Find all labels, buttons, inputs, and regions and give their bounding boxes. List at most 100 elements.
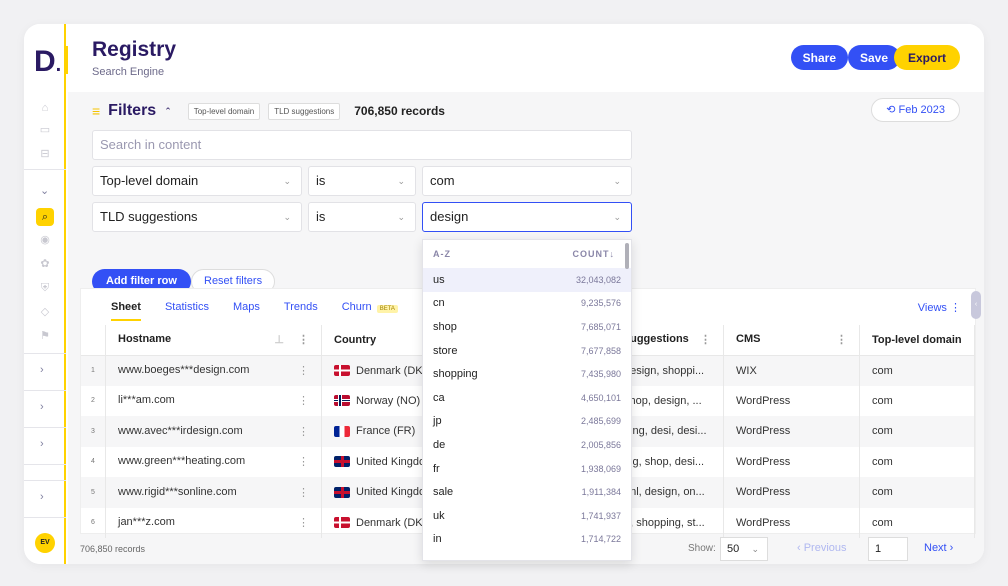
- dropdown-option[interactable]: in 1,714,722: [423, 528, 631, 552]
- dropdown-option[interactable]: fr 1,938,069: [423, 457, 631, 481]
- chevron-down-icon: ⌄: [397, 176, 405, 186]
- row-menu-icon[interactable]: ⋮: [298, 455, 309, 468]
- tab-trends[interactable]: Trends: [284, 301, 318, 321]
- beta-badge: BETA: [376, 305, 398, 313]
- logo[interactable]: D.: [34, 45, 61, 79]
- option-count: 1,741,937: [580, 510, 621, 521]
- chevron-down-icon: ⌄: [613, 212, 621, 222]
- tld-cell: com: [859, 477, 975, 508]
- date-label: Feb 2023: [898, 104, 945, 116]
- page-number-input[interactable]: 1: [868, 537, 908, 561]
- header-cms[interactable]: CMS ⋮: [723, 325, 860, 356]
- export-button[interactable]: Export: [893, 45, 960, 70]
- home-icon[interactable]: ⌂: [37, 100, 53, 116]
- option-count: 9,235,576: [580, 298, 621, 309]
- shield-icon[interactable]: ⛨: [37, 280, 53, 296]
- row-menu-icon[interactable]: ⋮: [298, 425, 309, 438]
- filters-toggle[interactable]: Filters: [108, 102, 156, 120]
- row-menu-icon[interactable]: ⋮: [298, 364, 309, 377]
- views-menu[interactable]: Views ⋮: [918, 301, 961, 314]
- filter-field-select[interactable]: TLD suggestions ⌄: [92, 202, 302, 232]
- dropdown-option[interactable]: de 2,005,856: [423, 433, 631, 457]
- dropdown-scrollbar[interactable]: [625, 243, 629, 269]
- filter-value-select[interactable]: design ⌄: [422, 202, 632, 232]
- collapse-chevron-icon[interactable]: ⌄: [40, 184, 49, 197]
- filters-header: ≡ Filters ⌃ Top-level domain TLD suggest…: [92, 102, 445, 120]
- date-selector[interactable]: ⟲ Feb 2023: [871, 98, 960, 122]
- dropdown-option[interactable]: us 32,043,082: [423, 268, 631, 292]
- tab-maps[interactable]: Maps: [233, 301, 260, 321]
- dropdown-option[interactable]: shopping 7,435,980: [423, 362, 631, 386]
- dropdown-option[interactable]: ca 4,650,101: [423, 386, 631, 410]
- sort-count-button[interactable]: COUNT↓: [573, 249, 616, 259]
- views-label: Views: [917, 302, 947, 314]
- tab-churn[interactable]: Churn BETA: [342, 301, 398, 321]
- dropdown-option[interactable]: uk 1,741,937: [423, 504, 631, 528]
- select-value: 50: [727, 543, 740, 555]
- tab-statistics[interactable]: Statistics: [165, 301, 209, 321]
- hostname-cell[interactable]: www.green***heating.com ⋮: [105, 446, 322, 477]
- diamond-icon[interactable]: ◇: [37, 304, 53, 320]
- column-menu-icon[interactable]: ⋮: [298, 333, 309, 346]
- option-label: ca: [433, 391, 445, 404]
- filter-value-select[interactable]: com ⌄: [422, 166, 632, 196]
- filter-operator-select[interactable]: is ⌄: [308, 202, 416, 232]
- side-panel-handle[interactable]: ‹: [971, 291, 981, 319]
- expand-section-icon[interactable]: ›: [40, 401, 44, 413]
- row-menu-icon[interactable]: ⋮: [298, 394, 309, 407]
- hostname-cell[interactable]: li***am.com ⋮: [105, 385, 322, 416]
- expand-section-icon[interactable]: ›: [40, 438, 44, 450]
- option-label: fr: [433, 462, 440, 475]
- inbox-icon[interactable]: ⊟: [37, 146, 53, 162]
- hostname-cell[interactable]: www.boeges***design.com ⋮: [105, 355, 322, 386]
- row-menu-icon[interactable]: ⋮: [298, 516, 309, 529]
- option-label: uk: [433, 509, 445, 522]
- expand-section-icon[interactable]: ›: [40, 491, 44, 503]
- header-tld[interactable]: Top-level domain: [859, 325, 975, 356]
- option-label: shop: [433, 320, 457, 333]
- select-value: Top-level domain: [100, 173, 199, 188]
- share-button[interactable]: Share: [790, 45, 848, 70]
- dropdown-header: A-Z COUNT↓: [423, 240, 631, 268]
- previous-page-button[interactable]: ‹ Previous: [797, 542, 847, 554]
- header-hostname[interactable]: Hostname ⋮ ⊥: [105, 325, 322, 356]
- hostname-cell[interactable]: www.rigid***sonline.com ⋮: [105, 477, 322, 508]
- dropdown-option[interactable]: shop 7,685,071: [423, 315, 631, 339]
- country: Norway (NO): [356, 394, 421, 407]
- row-menu-icon[interactable]: ⋮: [298, 486, 309, 499]
- filter-chip[interactable]: Top-level domain: [187, 102, 261, 120]
- column-menu-icon[interactable]: ⋮: [700, 333, 711, 346]
- filter-chip[interactable]: TLD suggestions: [268, 102, 341, 120]
- hostname: li***am.com: [118, 394, 175, 407]
- next-page-button[interactable]: Next ›: [924, 542, 953, 554]
- dropdown-option[interactable]: store 7,677,858: [423, 339, 631, 363]
- dropdown-option[interactable]: jp 2,485,699: [423, 410, 631, 434]
- folder-icon[interactable]: ▭: [37, 122, 53, 138]
- palette-icon[interactable]: ✿: [37, 256, 53, 272]
- expand-section-icon[interactable]: ›: [40, 364, 44, 376]
- dropdown-option[interactable]: sale 1,911,384: [423, 480, 631, 504]
- search-engine-icon[interactable]: ⌕: [36, 208, 54, 226]
- page-size-select[interactable]: 50 ⌄: [720, 537, 768, 561]
- tab-sheet[interactable]: Sheet: [111, 301, 141, 321]
- eye-icon[interactable]: ◉: [37, 232, 53, 248]
- logo-text: D: [34, 45, 56, 78]
- hostname-cell[interactable]: www.avec***irdesign.com ⋮: [105, 416, 322, 447]
- chevron-up-icon[interactable]: ⌃: [164, 106, 172, 117]
- search-input[interactable]: Search in content: [92, 130, 632, 160]
- sidebar-divider: [24, 353, 66, 354]
- avatar[interactable]: EV: [35, 533, 55, 553]
- pin-icon[interactable]: ⊥: [274, 333, 284, 346]
- flag-gb-icon: [334, 456, 350, 468]
- dropdown-option[interactable]: cn 9,235,576: [423, 292, 631, 316]
- save-button[interactable]: Save: [847, 45, 900, 70]
- option-count: 7,435,980: [580, 369, 621, 380]
- sidebar-divider: [24, 480, 66, 481]
- filter-field-select[interactable]: Top-level domain ⌄: [92, 166, 302, 196]
- filter-operator-select[interactable]: is ⌄: [308, 166, 416, 196]
- signpost-icon[interactable]: ⚑: [37, 328, 53, 344]
- flag-dk-icon: [334, 517, 350, 529]
- column-menu-icon[interactable]: ⋮: [836, 333, 847, 346]
- tld-cell: com: [859, 355, 975, 386]
- sort-az-button[interactable]: A-Z: [433, 249, 451, 259]
